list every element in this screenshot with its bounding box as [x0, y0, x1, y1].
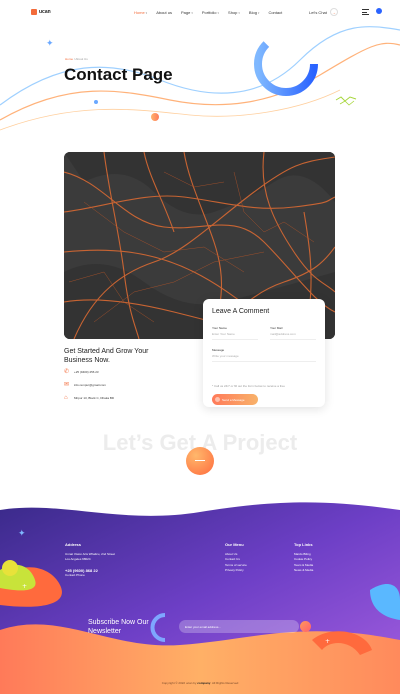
- chevron-down-icon: ▾: [145, 10, 148, 15]
- footer-address-line2: Los Angeles 98024: [65, 557, 91, 561]
- message-field[interactable]: Message Write your message: [212, 348, 316, 362]
- chevron-down-icon: ▾: [217, 10, 220, 15]
- arrow-right-icon: →: [329, 8, 338, 16]
- brand-logo[interactable]: ucan: [31, 9, 51, 15]
- contact-heading: Get Started And Grow Your Business Now.: [64, 348, 149, 364]
- svg-text:+: +: [325, 638, 330, 645]
- chevron-down-icon: ▾: [238, 10, 240, 15]
- send-message-button[interactable]: Send a Message: [212, 394, 258, 405]
- chevron-down-icon: ▾: [191, 10, 193, 15]
- breadcrumb-home[interactable]: Home: [65, 57, 73, 61]
- footer-links-title: Top Links: [294, 542, 313, 547]
- footer-background: ✦ + +: [0, 502, 400, 694]
- footer-menu-title: Our Menu: [225, 542, 244, 547]
- chevron-down-icon: ▾: [257, 10, 260, 15]
- nav-item-about[interactable]: About us: [156, 10, 172, 15]
- message-input[interactable]: Write your message: [212, 354, 316, 362]
- comment-title: Leave A Comment: [212, 308, 270, 315]
- contact-phone[interactable]: ✆ +25 (9400) 456 23: [64, 369, 99, 375]
- breadcrumb: Home / About Us: [65, 57, 88, 61]
- page-title: Contact Page: [64, 65, 173, 84]
- mail-field[interactable]: Your Mail mail@address.com: [270, 326, 316, 340]
- message-label: Message: [212, 348, 225, 352]
- subscribe-heading: Subscribe Now Our Newsletter: [88, 619, 149, 635]
- project-button[interactable]: [186, 447, 214, 475]
- footer-links: Top Links Mardo Biling Cookie Policy Tea…: [294, 542, 354, 574]
- svg-text:✦: ✦: [18, 529, 26, 539]
- phone-icon: ✆: [64, 369, 70, 375]
- footer-phone-label: Contact Phone: [65, 573, 85, 577]
- svg-text:✦: ✦: [46, 39, 54, 49]
- nav-item-blog[interactable]: Blog ▾: [249, 10, 260, 15]
- menu-icon[interactable]: [362, 9, 369, 17]
- brand-name: ucan: [39, 9, 51, 15]
- mail-label: Your Mail: [270, 326, 283, 330]
- contact-address: ⌂ Mirpur 13, Block C, Dhaka BD: [64, 395, 115, 401]
- footer-address-title: Address: [65, 542, 82, 547]
- name-label: Your Name: [212, 326, 227, 330]
- nav-item-contact[interactable]: Contact: [268, 10, 282, 15]
- form-note: * Call us 24/7 or fill out the form belo…: [212, 384, 285, 388]
- subscribe-button[interactable]: [300, 621, 311, 632]
- location-icon: ⌂: [64, 395, 68, 401]
- name-field[interactable]: Your Name Enter Your Name: [212, 326, 258, 340]
- breadcrumb-current: About Us: [75, 57, 88, 61]
- name-input[interactable]: Enter Your Name: [212, 332, 258, 340]
- user-icon[interactable]: [376, 8, 382, 14]
- mail-input[interactable]: mail@address.com: [270, 332, 316, 340]
- comment-form: Leave A Comment Your Name Enter Your Nam…: [203, 299, 325, 407]
- footer-link-item[interactable]: News & Media: [294, 568, 354, 574]
- mail-icon: ✉: [64, 382, 70, 388]
- footer-address: Address Unnat Vision Arts Whalicu, 2nd S…: [65, 542, 155, 579]
- site-header: ucan Home ▾ About us Page ▾ Portfolio ▾ Sho…: [0, 0, 400, 26]
- nav-item-home[interactable]: Home ▾: [134, 10, 147, 15]
- copyright-brand[interactable]: company: [197, 681, 210, 685]
- footer-menu-item[interactable]: Privacy Policy: [225, 568, 285, 574]
- footer-menu: Our Menu About Us Contact Us Terms of se…: [225, 542, 285, 574]
- contact-email[interactable]: ✉ info.rempur@gmail.com: [64, 382, 106, 388]
- subscribe-email-input[interactable]: Enter your email address...: [179, 620, 299, 633]
- logo-icon: [31, 9, 37, 15]
- nav-item-page[interactable]: Page ▾: [181, 10, 193, 15]
- chat-button[interactable]: Let's Chat →: [309, 8, 338, 16]
- contact-page: ✦ ucan Home ▾ About us Page ▾ Portfolio ▾ S…: [0, 0, 400, 694]
- nav-item-portfolio[interactable]: Portfolio ▾: [202, 10, 219, 15]
- nav-item-shop[interactable]: Shop ▾: [228, 10, 240, 15]
- svg-text:+: +: [22, 583, 27, 590]
- chat-label: Let's Chat: [309, 9, 327, 15]
- hero-decoration: ✦: [0, 26, 400, 131]
- main-nav: Home ▾ About us Page ▾ Portfolio ▾ Shop ▾ Bl…: [134, 10, 282, 15]
- copyright: Copyright © 2022 ucan by company. All Ri…: [161, 681, 239, 685]
